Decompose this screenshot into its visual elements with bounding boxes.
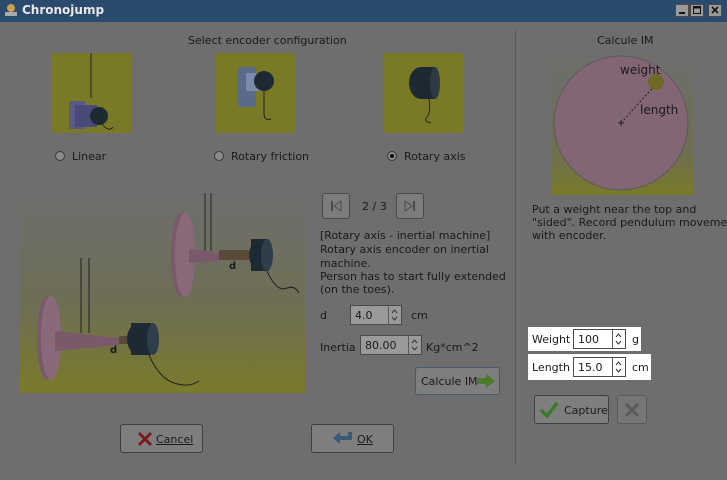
cancel-capture-button[interactable] (617, 395, 647, 424)
ok-button[interactable]: OK (311, 424, 394, 453)
d-field-label: d (320, 309, 327, 322)
length-spin-input[interactable]: 15.0 (573, 357, 626, 377)
cancel-button-label: Cancel (156, 433, 194, 446)
instructions-line-3: with encoder. (532, 229, 607, 242)
length-spin-value: 15.0 (578, 361, 603, 374)
window-title: Chronojump (22, 3, 105, 17)
weight-unit: g (632, 333, 639, 346)
capture-button[interactable]: Capture (534, 395, 609, 424)
pendulum-weight-label: weight (620, 63, 661, 77)
description-line-3: machine. (320, 257, 371, 270)
length-unit: cm (632, 361, 649, 374)
d-spin-value: 4.0 (355, 309, 373, 322)
pendulum-length-label: length (640, 103, 679, 117)
description-line-5: (on the toes). (320, 283, 395, 296)
length-row: Length 15.0 cm (528, 354, 651, 380)
arrow-right-icon (477, 374, 495, 388)
minimize-icon (679, 12, 685, 14)
inertia-unit: Kg*cm^2 (426, 341, 479, 354)
calcule-im-button-label: Calcule IM (421, 375, 478, 388)
description-line-2: Rotary axis encoder on inertial (320, 243, 489, 256)
cancel-button[interactable]: Cancel (120, 424, 203, 453)
radio-rotary-axis-label: Rotary axis (404, 150, 466, 163)
diagram-d-label-lower: d (110, 345, 118, 356)
section-heading-calcule-im: Calcule IM (597, 34, 654, 47)
radio-rotary-friction-label: Rotary friction (231, 150, 310, 163)
description-line-4: Person has to start fully extended (320, 270, 506, 283)
cancel-x-icon (137, 431, 153, 447)
inertia-spin-input[interactable]: 80.00 (360, 335, 422, 355)
checkmark-icon (539, 401, 559, 419)
title-bar[interactable]: Chronojump (0, 0, 727, 22)
first-page-button[interactable] (322, 193, 350, 219)
length-field-label: Length (532, 361, 570, 374)
radio-linear[interactable] (55, 151, 65, 161)
close-icon (711, 6, 719, 14)
last-page-icon (404, 200, 415, 212)
spin-arrows-icon[interactable] (612, 358, 625, 376)
section-heading-encoder: Select encoder configuration (188, 34, 347, 47)
rotary-friction-image[interactable] (216, 53, 296, 133)
maximize-button[interactable] (690, 4, 704, 17)
first-page-icon (331, 200, 342, 212)
cancel-capture-icon (624, 402, 640, 418)
instructions-line-2: "sided". Record pendulum movement (532, 216, 727, 229)
rotary-axis-image[interactable] (383, 53, 463, 133)
inertia-spin-value: 80.00 (365, 339, 397, 352)
d-spin-input[interactable]: 4.0 (350, 305, 402, 325)
instructions-line-1: Put a weight near the top and (532, 203, 697, 216)
d-unit: cm (411, 309, 428, 322)
pendulum-diagram: weight length (552, 54, 693, 195)
capture-button-label: Capture (564, 404, 608, 417)
last-page-button[interactable] (396, 193, 424, 219)
weight-row: Weight 100 g (528, 327, 641, 351)
inertia-field-label: Inertia (320, 341, 356, 354)
encoder-diagram: d d (19, 193, 305, 393)
weight-field-label: Weight (532, 333, 571, 346)
ok-arrow-icon (333, 432, 352, 444)
spin-arrows-icon[interactable] (408, 336, 421, 354)
radio-rotary-axis[interactable] (387, 151, 397, 161)
linear-encoder-image[interactable] (51, 53, 131, 133)
vertical-separator (515, 30, 516, 465)
weight-spin-input[interactable]: 100 (573, 329, 626, 349)
radio-linear-label: Linear (72, 150, 107, 163)
diagram-d-label-upper: d (229, 261, 237, 272)
ok-button-label: OK (357, 433, 373, 446)
close-button[interactable] (708, 4, 722, 17)
calcule-im-button[interactable]: Calcule IM (415, 367, 500, 395)
minimize-button[interactable] (675, 4, 689, 17)
weight-spin-value: 100 (578, 333, 599, 346)
app-icon (3, 2, 19, 18)
maximize-icon (693, 6, 701, 14)
page-indicator: 2 / 3 (362, 200, 387, 213)
description-line-1: [Rotary axis - inertial machine] (320, 229, 491, 242)
spin-arrows-icon[interactable] (388, 306, 401, 324)
radio-rotary-friction[interactable] (214, 151, 224, 161)
spin-arrows-icon[interactable] (612, 330, 625, 348)
